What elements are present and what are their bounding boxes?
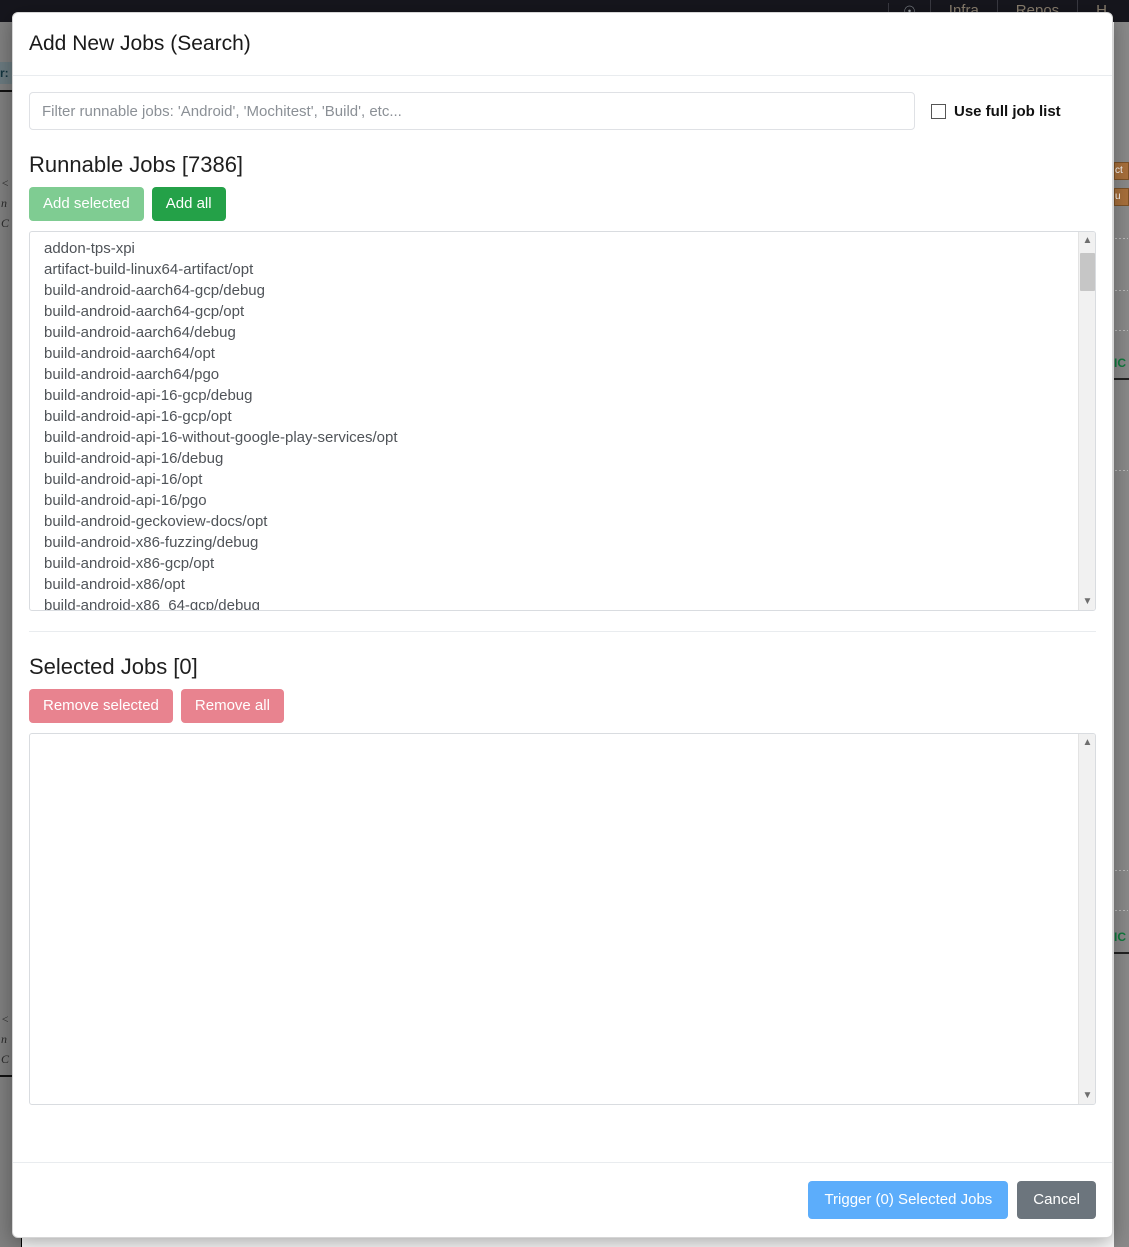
remove-selected-button[interactable]: Remove selected <box>29 689 173 723</box>
list-item[interactable]: build-android-api-16-without-google-play… <box>30 427 1077 448</box>
list-item[interactable]: addon-tps-xpi <box>30 238 1077 259</box>
scroll-up-icon[interactable]: ▲ <box>1079 734 1095 751</box>
background-chip: ct <box>1114 162 1129 180</box>
list-item[interactable]: build-android-aarch64-gcp/opt <box>30 301 1077 322</box>
list-item[interactable]: build-android-x86-gcp/opt <box>30 553 1077 574</box>
list-item[interactable]: build-android-api-16/opt <box>30 469 1077 490</box>
add-new-jobs-modal: Add New Jobs (Search) Use full job list … <box>12 12 1113 1238</box>
list-item[interactable]: build-android-aarch64/opt <box>30 343 1077 364</box>
modal-title: Add New Jobs (Search) <box>29 32 251 55</box>
background-bar <box>1114 952 1129 954</box>
add-selected-button[interactable]: Add selected <box>29 187 144 221</box>
list-item[interactable]: build-android-aarch64/pgo <box>30 364 1077 385</box>
job-filter-input[interactable] <box>29 92 915 130</box>
use-full-job-list-label: Use full job list <box>954 102 1061 120</box>
background-divider <box>1115 870 1128 871</box>
modal-footer: Trigger (0) Selected Jobs Cancel <box>13 1162 1112 1237</box>
runnable-list-scrollbar[interactable]: ▲ ▼ <box>1078 232 1095 610</box>
background-divider <box>1115 290 1128 291</box>
list-item[interactable]: build-android-api-16-gcp/opt <box>30 406 1077 427</box>
list-item[interactable]: build-android-aarch64-gcp/debug <box>30 280 1077 301</box>
use-full-job-list-toggle[interactable]: Use full job list <box>931 103 1061 120</box>
background-status-label: IC <box>1114 356 1126 370</box>
runnable-jobs-listbox[interactable]: addon-tps-xpi artifact-build-linux64-arti… <box>29 231 1096 611</box>
list-item[interactable]: build-android-x86-fuzzing/debug <box>30 532 1077 553</box>
background-divider <box>1115 238 1128 239</box>
selected-jobs-list[interactable] <box>30 734 1077 1104</box>
selected-actions: Remove selected Remove all <box>29 689 1096 723</box>
remove-all-button[interactable]: Remove all <box>180 689 284 723</box>
runnable-jobs-list[interactable]: addon-tps-xpi artifact-build-linux64-arti… <box>30 232 1077 610</box>
scrollbar-track[interactable] <box>1079 249 1095 593</box>
scrollbar-thumb[interactable] <box>1080 253 1095 291</box>
runnable-jobs-heading: Runnable Jobs [7386] <box>29 152 244 177</box>
list-item[interactable]: build-android-x86/opt <box>30 574 1077 595</box>
filter-row: Use full job list <box>29 92 1096 130</box>
list-item[interactable]: build-android-api-16/pgo <box>30 490 1077 511</box>
trigger-selected-jobs-button[interactable]: Trigger (0) Selected Jobs <box>808 1181 1009 1219</box>
selected-list-scrollbar[interactable]: ▲ ▼ <box>1078 734 1095 1104</box>
scroll-down-icon[interactable]: ▼ <box>1079 1087 1095 1104</box>
background-bar <box>1114 378 1129 380</box>
modal-header: Add New Jobs (Search) <box>13 13 1112 76</box>
scroll-down-icon[interactable]: ▼ <box>1079 593 1095 610</box>
list-item[interactable]: artifact-build-linux64-artifact/opt <box>30 259 1077 280</box>
section-divider <box>29 631 1096 632</box>
modal-body: Use full job list Runnable Jobs [7386] A… <box>13 76 1112 1162</box>
list-item[interactable]: build-android-x86_64-gcp/debug <box>30 595 1077 610</box>
list-item[interactable]: build-android-api-16/debug <box>30 448 1077 469</box>
background-divider <box>1115 330 1128 331</box>
background-chip: u <box>1114 188 1129 206</box>
use-full-job-list-checkbox[interactable] <box>931 103 946 119</box>
list-item[interactable]: build-android-api-16-gcp/debug <box>30 385 1077 406</box>
background-divider <box>1115 470 1128 471</box>
selected-jobs-listbox[interactable]: ▲ ▼ <box>29 733 1096 1105</box>
background-status-label: IC <box>1114 930 1126 944</box>
add-all-button[interactable]: Add all <box>151 187 226 221</box>
background-divider <box>1115 910 1128 911</box>
cancel-button[interactable]: Cancel <box>1017 1181 1096 1219</box>
runnable-actions: Add selected Add all <box>29 187 1096 221</box>
selected-jobs-heading: Selected Jobs [0] <box>29 654 198 679</box>
scroll-up-icon[interactable]: ▲ <box>1079 232 1095 249</box>
scrollbar-track[interactable] <box>1079 751 1095 1087</box>
list-item[interactable]: build-android-geckoview-docs/opt <box>30 511 1077 532</box>
list-item[interactable]: build-android-aarch64/debug <box>30 322 1077 343</box>
